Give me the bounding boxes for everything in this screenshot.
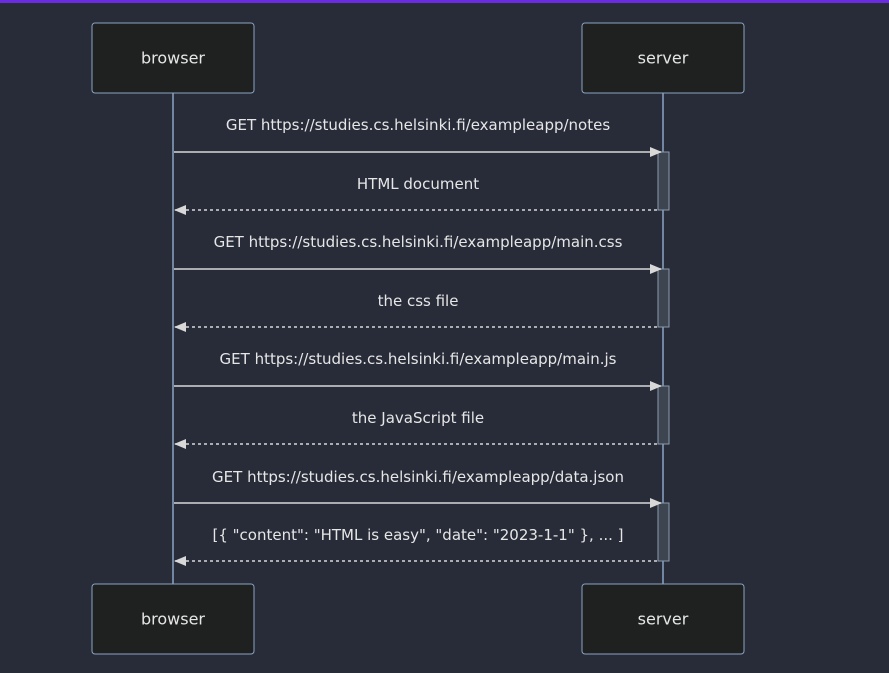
message-label: GET https://studies.cs.helsinki.fi/examp…	[214, 233, 623, 251]
message-3: GET https://studies.cs.helsinki.fi/examp…	[174, 233, 662, 274]
message-1: GET https://studies.cs.helsinki.fi/examp…	[174, 116, 662, 157]
actor-server-bottom: server	[581, 583, 745, 655]
activation-bar	[657, 502, 670, 562]
actor-label: server	[638, 49, 689, 68]
actor-server-top: server	[581, 22, 745, 94]
sequence-diagram: browser server GET https://studies.cs.he…	[91, 22, 745, 655]
message-label: GET https://studies.cs.helsinki.fi/examp…	[212, 468, 624, 486]
actor-browser-bottom: browser	[91, 583, 255, 655]
message-7: GET https://studies.cs.helsinki.fi/examp…	[174, 468, 662, 508]
actor-label: browser	[141, 49, 205, 68]
message-2: HTML document	[174, 175, 657, 215]
message-label: the css file	[378, 292, 459, 310]
message-label: GET https://studies.cs.helsinki.fi/examp…	[226, 116, 610, 134]
message-label: [{ "content": "HTML is easy", "date": "2…	[212, 526, 623, 544]
actor-label: browser	[141, 610, 205, 629]
message-8: [{ "content": "HTML is easy", "date": "2…	[174, 526, 657, 566]
actor-label: server	[638, 610, 689, 629]
actor-browser-top: browser	[91, 22, 255, 94]
activation-bar	[657, 268, 670, 328]
activation-bar	[657, 385, 670, 445]
message-5: GET https://studies.cs.helsinki.fi/examp…	[174, 350, 662, 391]
message-6: the JavaScript file	[174, 409, 657, 449]
message-4: the css file	[174, 292, 657, 332]
message-label: GET https://studies.cs.helsinki.fi/examp…	[220, 350, 617, 368]
message-label: HTML document	[357, 175, 479, 193]
message-label: the JavaScript file	[352, 409, 484, 427]
activation-bar	[657, 151, 670, 211]
